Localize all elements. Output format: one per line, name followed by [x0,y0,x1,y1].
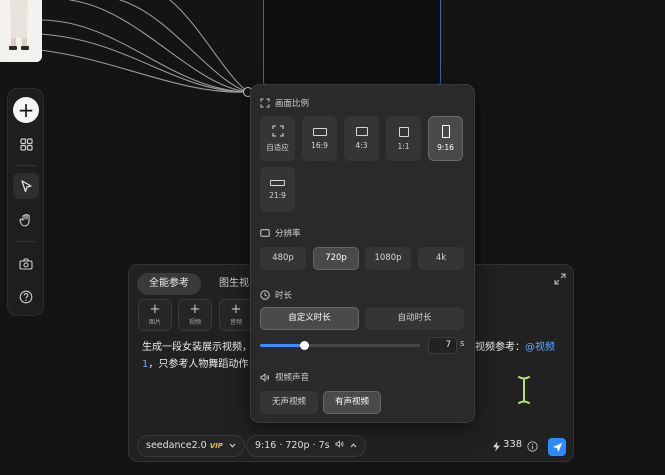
prompt-text-line1[interactable]: 生成一段女装展示视频， [142,341,252,355]
toolbar-divider [16,165,36,166]
ratio-option-4-3[interactable]: 4:3 [344,116,379,161]
resolution-720p[interactable]: 720p [313,247,359,270]
fit-icon [271,124,284,137]
speaker-icon [260,372,269,382]
hand-icon[interactable] [13,207,39,233]
resolution-480p[interactable]: 480p [260,247,306,270]
resolution-1080p[interactable]: 1080p [365,247,411,270]
plus-icon: + [189,302,201,317]
ratio-option-21-9[interactable]: 21:9 [260,167,295,212]
help-icon[interactable] [13,284,39,310]
audio-header: 视频声音 [260,371,309,383]
fullscreen-icon [260,98,270,108]
ratio-1-1-icon [398,126,409,137]
cursor-icon[interactable] [13,173,39,199]
audio-option-with-sound[interactable]: 有声视频 [323,391,381,414]
send-button[interactable] [548,438,566,456]
ratio-label: 16:9 [311,140,328,150]
chevron-down-icon [229,436,236,456]
speaker-icon [335,436,344,456]
resolution-icon [260,229,270,237]
chevron-up-icon [350,436,357,456]
slider-fill [260,344,305,347]
ratio-4-3-icon [355,127,368,136]
audio-label: 视频声音 [275,373,310,383]
audio-option-silent[interactable]: 无声视频 [260,391,318,414]
video-settings-button[interactable]: 9:16 · 720p · 7s [246,435,366,457]
duration-input[interactable]: 7 [428,337,457,354]
duration-mode-custom[interactable]: 自定义时长 [260,307,359,330]
video-mention-link[interactable]: @视频 [525,342,555,353]
prompt-text-continued: ，只参考人物舞蹈动作， [148,359,259,370]
duration-slider[interactable] [260,341,420,350]
ratio-label: 9:16 [437,143,454,152]
upload-label: 视频 [188,319,201,326]
plus-icon: + [230,302,242,317]
ratio-9-16-icon [441,125,450,138]
upload-label: 音频 [229,319,242,326]
reference-image-card[interactable] [0,0,42,62]
toolbar-divider [16,241,36,242]
camera-icon[interactable] [13,251,39,277]
tab-omni-reference[interactable]: 全能参考 [137,273,201,295]
upload-video-button[interactable]: + 视频 [178,299,212,331]
ratio-option-1-1[interactable]: 1:1 [386,116,421,161]
ratio-option-auto[interactable]: 自适应 [260,116,295,161]
vip-badge: VIP [209,442,223,450]
prompt-text-line2[interactable]: 1，只参考人物舞蹈动作， [142,358,258,372]
resolution-label: 分辨率 [275,229,301,239]
slider-handle[interactable] [300,341,310,350]
ratio-option-9-16[interactable]: 9:16 [428,116,463,161]
credit-count: 338 [503,439,523,450]
model-figure-image [0,0,42,62]
ratio-label: 自适应 [266,142,289,152]
lightning-icon [493,441,500,452]
video-settings-panel: 画面比例 自适应 16:9 4:3 1:1 9:16 21:9 分辨率 480p… [250,84,475,423]
upload-image-button[interactable]: + 图片 [138,299,172,331]
duration-unit: s [460,339,465,349]
ratio-label: 4:3 [355,141,368,150]
duration-header: 时长 [260,289,292,301]
ratio-label: 21:9 [269,190,286,200]
resolution-4k[interactable]: 4k [418,247,464,270]
plus-icon: + [149,302,161,317]
duration-label: 时长 [275,291,293,301]
clock-icon [260,290,270,300]
video-node[interactable] [263,0,441,86]
settings-summary: 9:16 · 720p · 7s [255,440,330,451]
add-icon[interactable]: + [13,97,39,123]
model-name: seedance2.0 [146,440,207,451]
upload-audio-button[interactable]: + 音频 [219,299,253,331]
ratio-21-9-icon [270,179,285,186]
text-cursor-icon [517,375,531,405]
upload-label: 图片 [148,319,161,326]
aspect-ratio-label: 画面比例 [275,99,310,109]
send-icon [552,442,562,452]
left-toolbar: + [7,88,44,316]
model-select[interactable]: seedance2.0 VIP [137,435,245,457]
expand-icon[interactable] [554,273,566,285]
prompt-text-reference: 视频参考： [475,342,525,353]
prompt-text-line1-end[interactable]: 视频参考：@视频 [475,341,555,355]
aspect-ratio-header: 画面比例 [260,97,309,109]
grid-icon[interactable] [13,131,39,157]
ratio-16-9-icon [312,127,327,136]
duration-mode-auto[interactable]: 自动时长 [365,307,464,330]
ratio-label: 1:1 [397,141,410,151]
resolution-header: 分辨率 [260,227,301,239]
info-icon[interactable] [527,441,538,452]
ratio-option-16-9[interactable]: 16:9 [302,116,337,161]
